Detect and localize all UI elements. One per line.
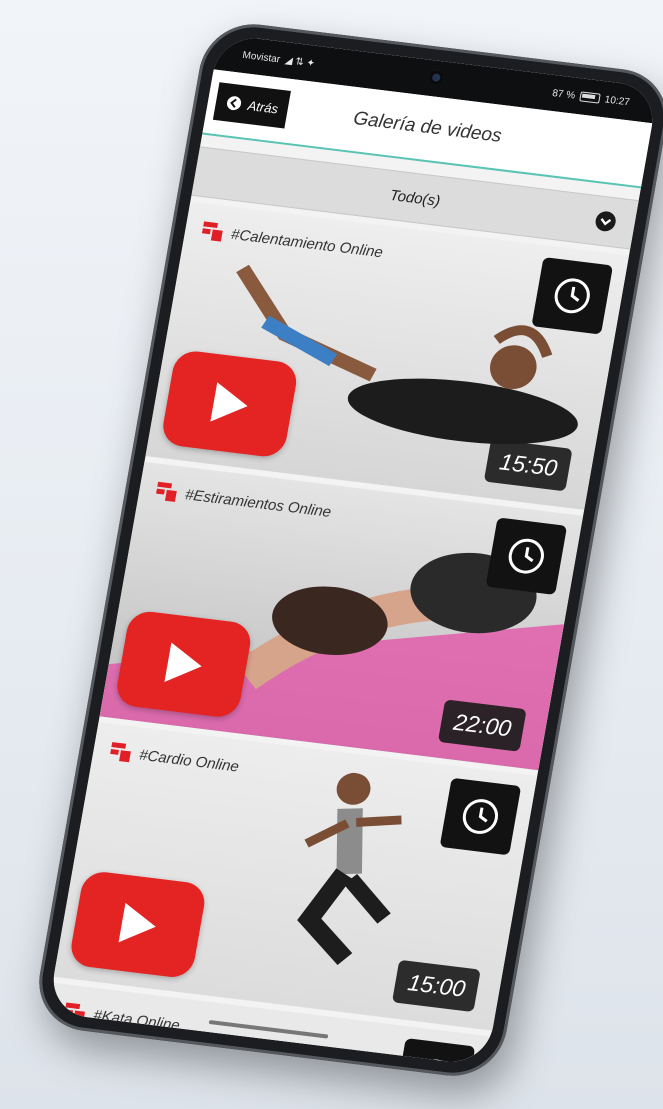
play-icon [118,902,156,943]
battery-icon [579,91,601,104]
carrier-label: Movistar [241,49,282,65]
clock-icon [554,278,590,314]
back-arrow-icon [226,96,242,111]
back-button[interactable]: Atrás [212,82,292,129]
brand-logo-icon [110,742,131,763]
brand-logo-icon [156,481,177,502]
play-button[interactable] [113,609,254,720]
front-camera [428,69,445,86]
clock-icon [416,1059,453,1067]
schedule-button[interactable] [485,517,568,595]
filter-selected-value: Todo(s) [388,186,442,210]
signal-icons: ◢ ⇅ ✦ [284,54,316,70]
video-card[interactable]: #Cardio Online 15:00 [53,722,538,1031]
play-button[interactable] [159,348,300,459]
back-label: Atrás [246,97,280,116]
schedule-button[interactable] [531,257,614,335]
schedule-button[interactable] [439,777,522,856]
battery-percent: 87 % [551,87,576,102]
phone-screen: Movistar ◢ ⇅ ✦ 87 % 10:27 Atrás Galería … [47,33,659,1067]
clock-time: 10:27 [603,93,631,108]
clock-icon [508,538,544,574]
chevron-down-circle-icon[interactable] [593,209,619,233]
clock-icon [462,799,499,834]
phone-frame: Movistar ◢ ⇅ ✦ 87 % 10:27 Atrás Galería … [31,18,663,1082]
play-button[interactable] [68,869,208,980]
play-icon [164,642,202,683]
play-icon [210,382,248,422]
video-card[interactable]: #Calentamiento Online 15:50 [145,201,630,510]
brand-logo-icon [64,1002,85,1023]
video-list: #Calentamiento Online 15:50 #Estiramient… [47,201,630,1067]
brand-logo-icon [201,221,223,242]
video-card[interactable]: #Estiramientos Online 22:00 [99,461,584,771]
